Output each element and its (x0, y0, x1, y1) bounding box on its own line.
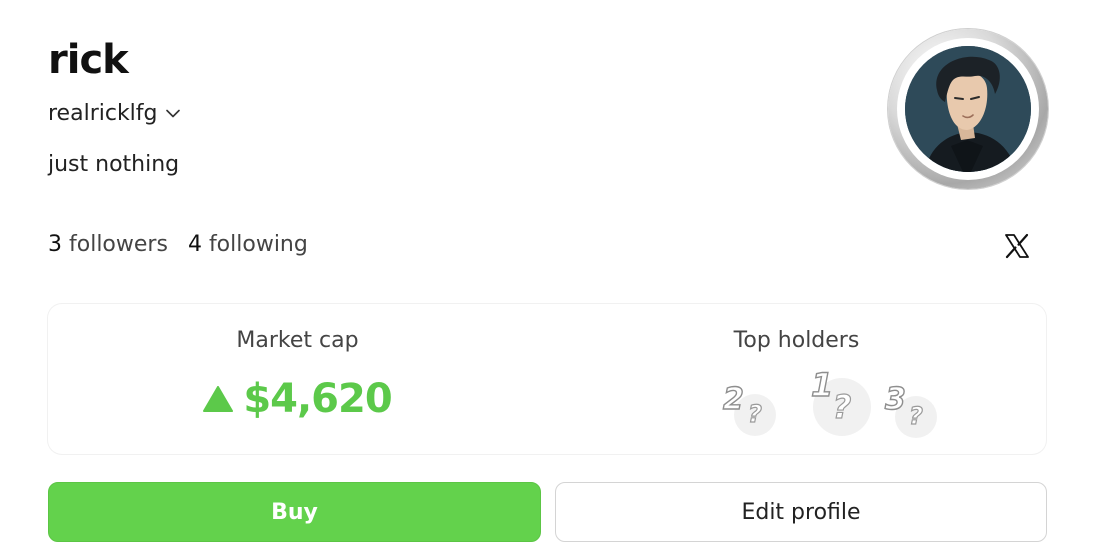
profile-name: rick (48, 37, 129, 83)
market-cap-value: $4,620 (243, 376, 392, 422)
following-count: 4 (187, 232, 202, 257)
followers-link[interactable]: 3 followers (48, 230, 168, 260)
followers-label: followers (69, 232, 168, 257)
market-cap-section: Market cap $4,620 (48, 304, 547, 454)
top-holders-list: ? 2 ? 1 ? 3 (677, 365, 937, 446)
top-holders-label: Top holders (733, 328, 860, 353)
avatar[interactable] (888, 29, 1048, 189)
x-logo-icon[interactable] (1003, 232, 1031, 260)
edit-profile-button[interactable]: Edit profile (555, 482, 1047, 542)
avatar-illustration (905, 46, 1031, 172)
profile-bio: just nothing (48, 152, 180, 177)
profile-stats: 3 followers 4 following (48, 230, 308, 260)
following-link[interactable]: 4 following (188, 230, 308, 260)
followers-count: 3 (48, 232, 62, 257)
market-cap-label: Market cap (236, 328, 359, 353)
triangle-up-icon (203, 386, 234, 412)
buy-button[interactable]: Buy (48, 482, 541, 542)
following-label: following (208, 232, 308, 257)
handle-selector[interactable]: realricklfg (48, 98, 180, 128)
market-cap-value-row: $4,620 (48, 374, 547, 424)
top-holders-section: Top holders ? 2 ? 1 ? 3 (547, 304, 1046, 454)
stats-card: Market cap $4,620 Top holders ? 2 ? 1 ? … (48, 304, 1046, 454)
holder-1-rank: 1 (810, 365, 834, 404)
holder-2-rank: 2 (722, 381, 744, 417)
holder-3-rank: 3 (884, 381, 906, 417)
avatar-image (905, 46, 1031, 172)
chevron-down-icon (165, 109, 180, 117)
profile-handle: realricklfg (48, 100, 158, 126)
